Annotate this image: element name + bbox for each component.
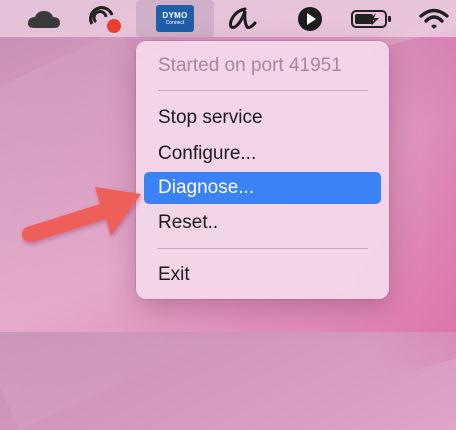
annotation-arrow	[22, 187, 141, 242]
